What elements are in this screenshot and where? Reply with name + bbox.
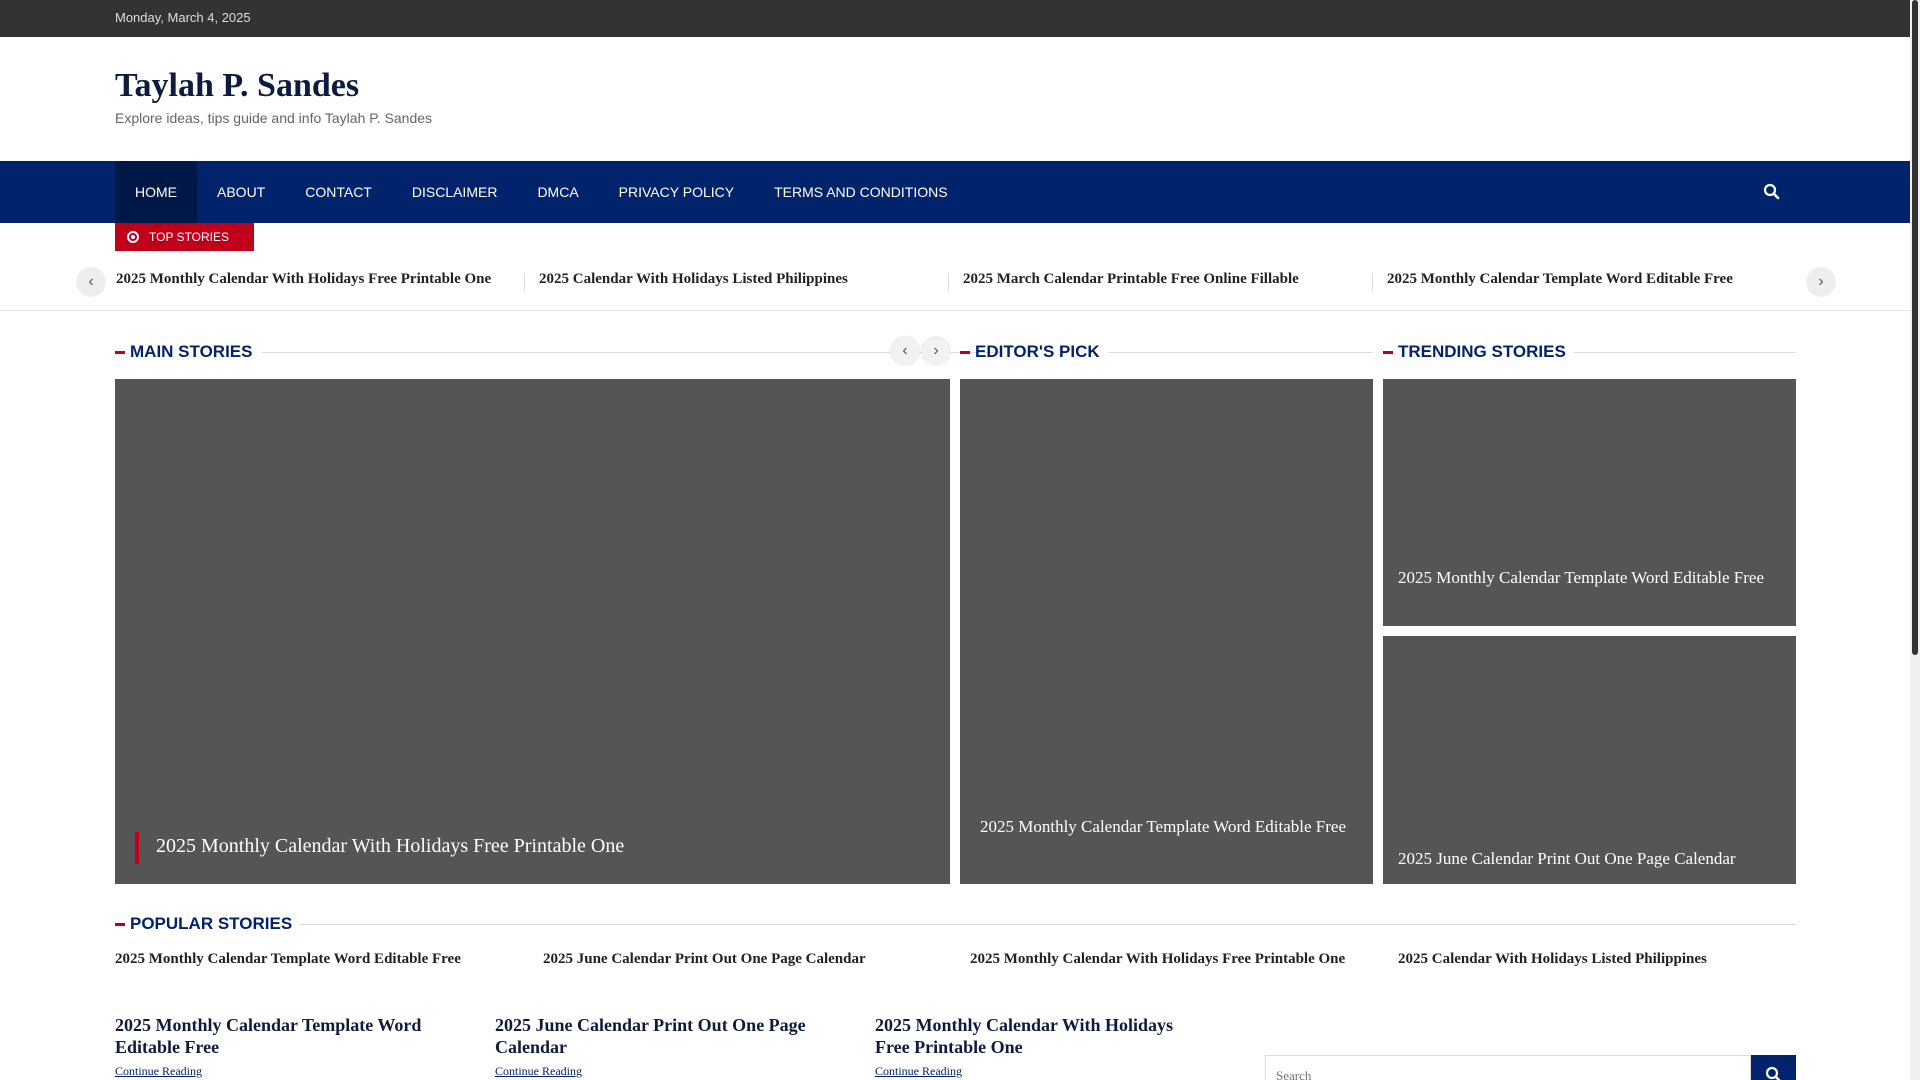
editors-pick-story-title[interactable]: 2025 Monthly Calendar Template Word Edit… [980,816,1355,838]
nav-item-about[interactable]: ABOUT [197,161,285,223]
continue-reading-link[interactable]: Continue Reading [495,1064,825,1079]
editors-pick-title: EDITOR'S PICK [975,342,1100,361]
main-stories-title: MAIN STORIES [130,342,253,361]
search-submit-button[interactable] [1751,1055,1796,1080]
popular-story-link[interactable]: 2025 Monthly Calendar Template Word Edit… [115,951,461,968]
site-description: Explore ideas, tips guide and info Tayla… [115,110,433,126]
top-bar: Monday, March 4, 2025 [0,0,1910,37]
trending-title: TRENDING STORIES [1398,342,1566,361]
ticker-divider [524,273,525,291]
top-stories-text: TOP STORIES [149,230,230,244]
post-item: 2025 Monthly Calendar Template Word Edit… [115,1014,445,1079]
continue-reading-link[interactable]: Continue Reading [875,1064,1205,1079]
site-header: Taylah P. Sandes Explore ideas, tips gui… [0,37,1910,161]
heading-rule [1573,352,1796,353]
ticker-item[interactable]: 2025 Calendar With Holidays Listed Phili… [539,271,848,288]
continue-reading-link[interactable]: Continue Reading [115,1064,445,1079]
current-date: Monday, March 4, 2025 [115,10,251,25]
main-story-card[interactable]: 2025 Monthly Calendar With Holidays Free… [115,379,950,884]
popular-story-link[interactable]: 2025 Monthly Calendar With Holidays Free… [970,951,1345,968]
popular-story-link[interactable]: 2025 June Calendar Print Out One Page Ca… [543,951,866,968]
search-input[interactable] [1276,1068,1736,1080]
trending-story-title[interactable]: 2025 Monthly Calendar Template Word Edit… [1398,567,1778,589]
ticker-item[interactable]: 2025 Monthly Calendar With Holidays Free… [116,271,491,288]
editors-pick-card[interactable]: 2025 Monthly Calendar Template Word Edit… [960,379,1373,884]
search-icon[interactable] [1762,182,1782,202]
trending-card[interactable]: 2025 Monthly Calendar Template Word Edit… [1383,379,1796,626]
nav-item-contact[interactable]: CONTACT [285,161,392,223]
popular-stories-title: POPULAR STORIES [130,914,293,933]
title-accent [135,832,139,864]
popular-story-link[interactable]: 2025 Calendar With Holidays Listed Phili… [1398,951,1707,968]
top-stories-label: TOP STORIES [115,223,254,251]
popular-stories-heading: POPULAR STORIES [115,914,1796,934]
page-scrollbar[interactable] [1910,0,1920,1080]
ticker-divider [1372,273,1373,291]
heading-accent [960,351,970,354]
main-next-button[interactable]: › [922,337,950,365]
heading-accent [115,923,125,926]
nav-item-privacy-policy[interactable]: PRIVACY POLICY [599,161,754,223]
heading-rule [1108,352,1373,353]
ticker-item[interactable]: 2025 March Calendar Printable Free Onlin… [963,271,1299,288]
editors-pick-heading: EDITOR'S PICK [960,342,1373,362]
ticker-item[interactable]: 2025 Monthly Calendar Template Word Edit… [1387,271,1733,288]
heading-accent [1383,351,1393,354]
news-ticker: ‹ 2025 Monthly Calendar With Holidays Fr… [0,251,1910,311]
chevron-left-icon[interactable]: ‹ [76,267,106,297]
post-title[interactable]: 2025 June Calendar Print Out One Page Ca… [495,1014,825,1058]
record-icon [127,231,139,243]
trending-card[interactable]: 2025 June Calendar Print Out One Page Ca… [1383,636,1796,884]
post-title[interactable]: 2025 Monthly Calendar With Holidays Free… [875,1014,1205,1058]
main-navigation: HOME ABOUT CONTACT DISCLAIMER DMCA PRIVA… [0,161,1910,223]
heading-accent [115,351,125,354]
post-item: 2025 Monthly Calendar With Holidays Free… [875,1014,1205,1079]
trending-heading: TRENDING STORIES [1383,342,1796,362]
nav-item-disclaimer[interactable]: DISCLAIMER [392,161,518,223]
main-story-title[interactable]: 2025 Monthly Calendar With Holidays Free… [156,835,624,858]
site-title[interactable]: Taylah P. Sandes [115,67,359,105]
main-stories-heading: MAIN STORIES [115,342,1003,362]
main-prev-button[interactable]: ‹ [891,337,919,365]
heading-rule [299,924,1796,925]
trending-story-title[interactable]: 2025 June Calendar Print Out One Page Ca… [1398,848,1788,870]
post-title[interactable]: 2025 Monthly Calendar Template Word Edit… [115,1014,445,1058]
nav-item-terms[interactable]: TERMS AND CONDITIONS [754,161,967,223]
ticker-divider [948,273,949,291]
search-icon [1765,1066,1781,1080]
post-item: 2025 June Calendar Print Out One Page Ca… [495,1014,825,1079]
sidebar-search-box [1265,1055,1751,1080]
scrollbar-thumb[interactable] [1912,0,1918,655]
chevron-right-icon[interactable]: › [1806,267,1836,297]
nav-item-dmca[interactable]: DMCA [517,161,598,223]
nav-item-home[interactable]: HOME [115,161,197,223]
